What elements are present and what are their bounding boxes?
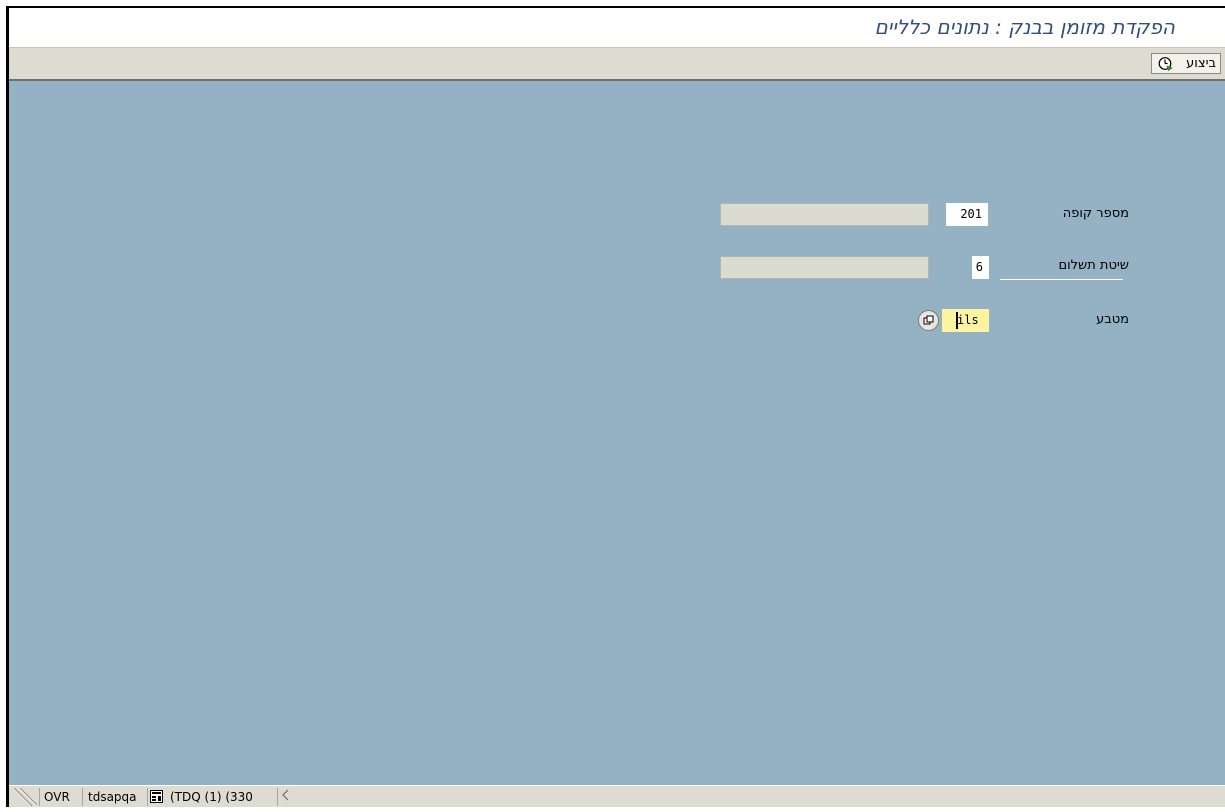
text-cursor: [956, 312, 958, 329]
collapse-status-icon[interactable]: [279, 788, 293, 806]
page-title: הפקדת מזומן בבנק : נתונים כלליים: [874, 15, 1175, 39]
execute-clock-icon: [1158, 56, 1173, 71]
value-help-button[interactable]: [918, 310, 939, 331]
status-separator: [82, 788, 83, 806]
currency-input[interactable]: ils: [942, 309, 989, 332]
application-toolbar: ביצוע: [9, 47, 1225, 81]
cash-register-label: מספר קופה: [1062, 206, 1129, 221]
work-area: [9, 81, 1225, 785]
status-server[interactable]: tdsapqa: [84, 788, 141, 806]
cash-register-description: [720, 203, 929, 226]
payment-method-label: שיטת תשלום: [1058, 258, 1129, 273]
status-system[interactable]: (TDQ (1) (330: [166, 788, 257, 806]
status-separator: [277, 788, 278, 806]
payment-method-description: [720, 256, 929, 279]
session-list-icon[interactable]: [150, 790, 163, 808]
execute-button-label: ביצוע: [1186, 56, 1216, 71]
payment-method-label-underline: [1000, 279, 1123, 280]
value-help-icon: [923, 311, 934, 330]
title-bar: הפקדת מזומן בבנק : נתונים כלליים: [9, 8, 1225, 47]
cash-register-input[interactable]: 201: [946, 203, 988, 226]
status-bar: OVR tdsapqa (TDQ (1) (330: [9, 785, 1225, 807]
status-separator: [147, 788, 148, 806]
payment-method-input[interactable]: 6: [972, 256, 989, 279]
resize-grip-icon[interactable]: [9, 786, 38, 808]
currency-label: מטבע: [1096, 312, 1129, 327]
execute-button[interactable]: ביצוע: [1151, 53, 1221, 74]
status-mode[interactable]: OVR: [40, 788, 74, 806]
